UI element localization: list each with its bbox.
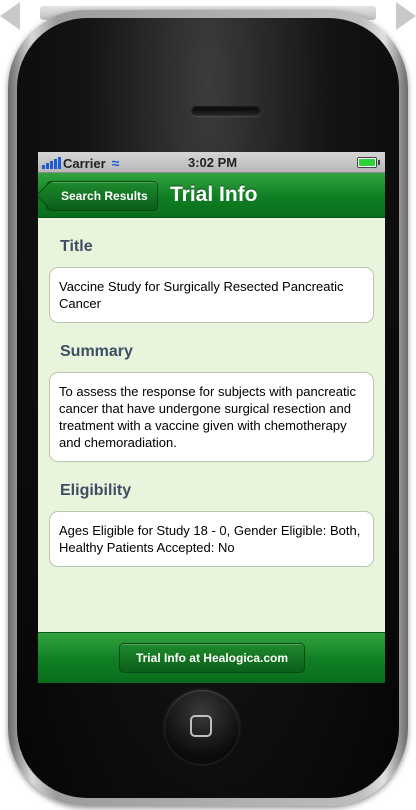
carrier-info: Carrier ≈ <box>42 155 119 171</box>
scroll-left-arrow-icon <box>0 2 20 30</box>
bottom-toolbar: Trial Info at Healogica.com <box>38 632 385 683</box>
carrier-label: Carrier <box>63 155 106 171</box>
home-button[interactable] <box>165 690 239 764</box>
page-title: Trial Info <box>170 183 258 206</box>
title-heading: Title <box>60 238 93 255</box>
healogica-link-label: Trial Info at Healogica.com <box>135 651 289 665</box>
battery-icon <box>357 157 380 168</box>
home-square-icon <box>190 715 212 737</box>
summary-heading: Summary <box>60 343 133 360</box>
title-text: Vaccine Study for Surgically Resected Pa… <box>59 279 344 311</box>
wifi-icon: ≈ <box>111 155 120 171</box>
scroll-right-arrow-icon <box>396 2 416 30</box>
summary-card: To assess the response for subjects with… <box>49 372 374 462</box>
eligibility-heading: Eligibility <box>60 482 132 499</box>
signal-bars-icon <box>42 157 61 169</box>
healogica-link-button[interactable]: Trial Info at Healogica.com <box>119 643 305 673</box>
navigation-bar: Search Results Trial Info <box>38 173 385 218</box>
back-button-label: Search Results <box>61 189 148 203</box>
back-button[interactable]: Search Results <box>46 181 158 211</box>
summary-text: To assess the response for subjects with… <box>59 384 356 450</box>
earpiece-speaker <box>191 106 261 116</box>
title-card: Vaccine Study for Surgically Resected Pa… <box>49 267 374 323</box>
phone-screen: Carrier ≈ 3:02 PM Search Results Trial I… <box>38 152 385 683</box>
status-bar: Carrier ≈ 3:02 PM <box>38 152 385 173</box>
eligibility-card: Ages Eligible for Study 18 - 0, Gender E… <box>49 511 374 567</box>
status-time: 3:02 PM <box>188 155 238 170</box>
trial-details: Title Vaccine Study for Surgically Resec… <box>38 218 385 567</box>
eligibility-text: Ages Eligible for Study 18 - 0, Gender E… <box>59 523 361 555</box>
